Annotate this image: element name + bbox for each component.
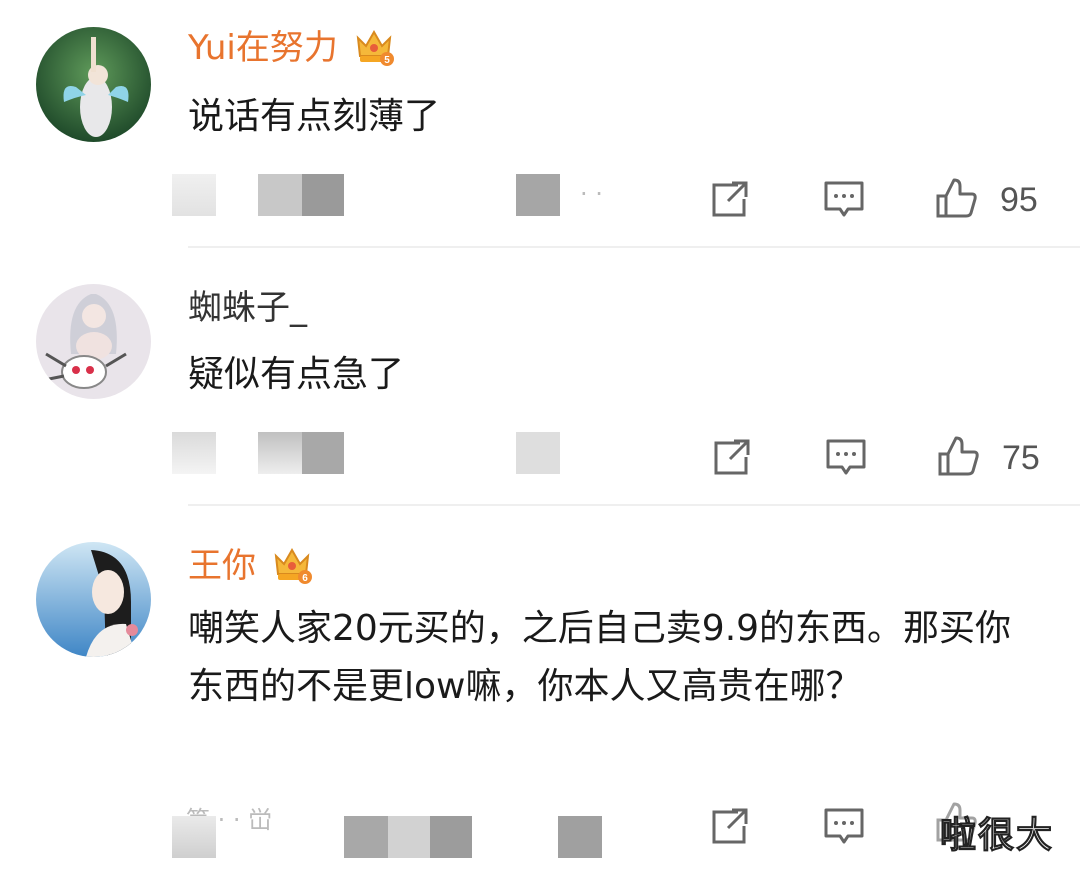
obscured-region [172, 816, 216, 858]
divider [188, 246, 1080, 248]
obscured-region [516, 174, 560, 216]
crown-icon: 5 [352, 24, 396, 68]
obscured-region [388, 816, 430, 858]
username[interactable]: 蜘蛛子_ [188, 286, 307, 330]
crown-icon: 6 [270, 542, 314, 586]
obscured-region [172, 174, 216, 216]
obscured-region [258, 432, 302, 474]
share-icon[interactable] [710, 435, 754, 479]
like-count: 95 [1000, 181, 1038, 219]
divider [188, 504, 1080, 506]
vip-level: 5 [384, 55, 390, 66]
obscured-region [258, 174, 302, 216]
vip-level: 6 [302, 573, 308, 584]
comment-icon[interactable] [822, 804, 866, 848]
username-text[interactable]: 王你 [188, 546, 256, 586]
thumbs-up-icon[interactable] [934, 176, 978, 220]
avatar[interactable] [36, 542, 151, 657]
share-icon[interactable] [708, 177, 752, 221]
watermark: 啦很大 [939, 815, 1054, 857]
comment-actions: · · 95 [0, 174, 1080, 224]
obscured-region [516, 432, 560, 474]
thumbs-up-icon[interactable] [936, 434, 980, 478]
dots-glyph: · · [580, 180, 603, 208]
avatar[interactable] [36, 27, 151, 142]
username-text[interactable]: Yui在努力 [188, 28, 338, 68]
username[interactable]: Yui在努力 5 [188, 26, 396, 72]
avatar[interactable] [36, 284, 151, 399]
obscured-region [430, 816, 472, 858]
comment-text: 疑似有点急了 [188, 354, 405, 395]
username[interactable]: 王你 6 [188, 544, 314, 590]
like-count: 75 [1002, 439, 1040, 477]
comment-actions: 75 [0, 432, 1080, 482]
comment-text: 说话有点刻薄了 [188, 96, 441, 137]
comment-text: 嘲笑人家20元买的，之后自己卖9.9的东西。那买你东西的不是更low嘛，你本人又… [188, 608, 1012, 707]
comment-icon[interactable] [824, 435, 868, 479]
comment-actions: 笋 · · 峃 [0, 802, 1080, 860]
username-text[interactable]: 蜘蛛子_ [188, 288, 307, 328]
obscured-region [558, 816, 602, 858]
share-icon[interactable] [708, 804, 752, 848]
obscured-region [344, 816, 388, 858]
obscured-region [302, 432, 344, 474]
obscured-region [172, 432, 216, 474]
obscured-region [302, 174, 344, 216]
comment-icon[interactable] [822, 177, 866, 221]
